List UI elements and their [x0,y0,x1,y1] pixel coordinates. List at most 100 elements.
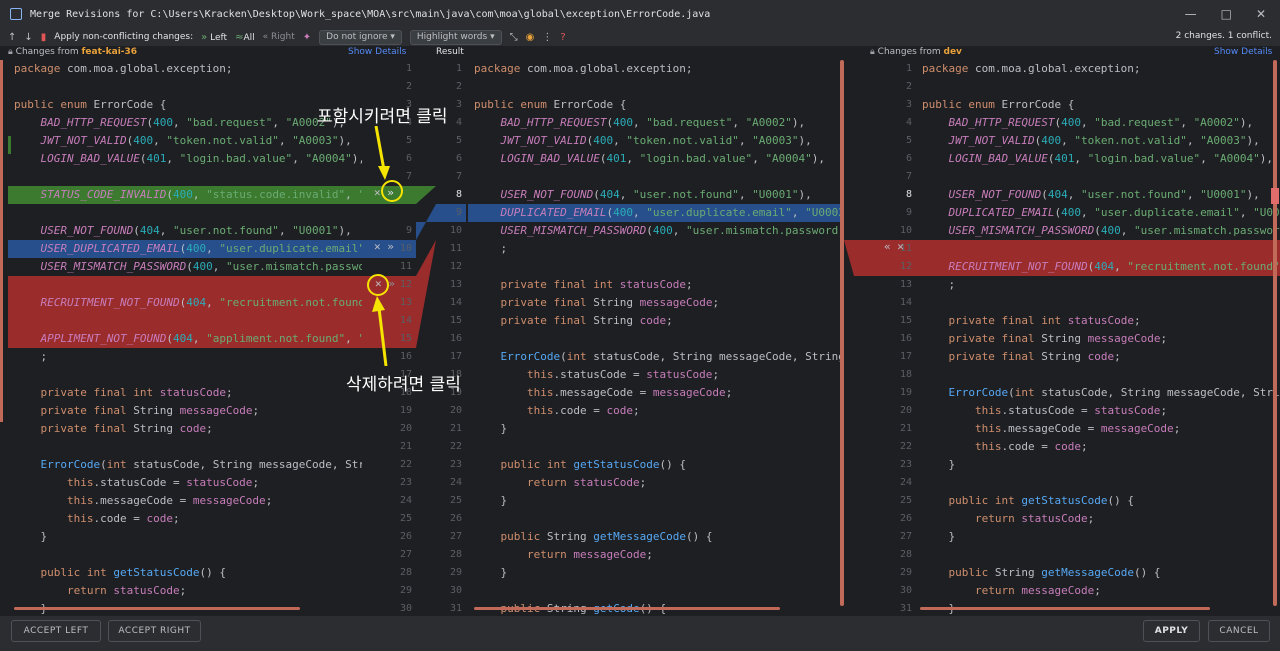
code-line: BAD_HTTP_REQUEST(400, "bad.request", "A0… [948,116,1254,129]
result-vertical-scrollbar[interactable] [840,60,844,606]
line-number: 14 [899,297,912,308]
line-number: 30 [399,603,412,614]
code-line: private final String messageCode; [500,296,720,309]
line-number: 17 [449,351,462,362]
minimize-button[interactable]: — [1185,7,1197,21]
ignore-whitespace-select[interactable]: Do not ignore ▾ [319,29,402,45]
code-line: public enum ErrorCode { [474,98,627,111]
apply-button[interactable]: APPLY [1143,620,1200,642]
delete-annotation: 삭제하려면 클릭 [346,375,461,395]
right-horizontal-scrollbar[interactable] [920,607,1210,610]
apply-all-button[interactable]: ≈All [235,32,255,43]
line-number: 5 [905,135,912,146]
code-line: public String getMessageCode() { [500,530,713,543]
code-line: private final int statusCode; [500,278,693,291]
apply-non-conflicting-label: Apply non-conflicting changes: [54,32,194,42]
include-arrow [374,126,390,180]
line-number: 23 [449,459,462,470]
code-line: this.code = code; [526,404,640,417]
magic-wand-icon[interactable]: ✦ [303,32,311,43]
code-line: ; [474,242,508,255]
result-gutter-left: 1 2 3 4 5 6 7 8 9 10 11 12 13 14 15 16 17 18 19 20 21 22 23 24 2… [436,60,466,616]
help-icon[interactable]: ? [560,32,565,43]
line-number: 16 [449,333,462,344]
code-line: this.messageCode = messageCode; [526,386,733,399]
line-number: 23 [399,477,412,488]
line-number: 13 [899,279,912,290]
merge-toolbar: ↑ ↓ ▮ Apply non-conflicting changes: » L… [0,28,1280,46]
left-vertical-scrollbar[interactable] [0,60,3,422]
line-number: 9 [405,225,412,236]
line-number: 24 [399,495,412,506]
include-annotation: 포함시키려면 클릭 [317,107,448,127]
result-horizontal-scrollbar[interactable] [474,607,780,610]
code-line: private final String code; [948,350,1121,363]
line-number: 6 [455,153,462,164]
apply-right-change-button[interactable]: « ✕ [884,240,904,253]
right-editor[interactable]: package com.moa.global.exception; public … [916,60,1280,616]
maximize-button[interactable]: □ [1221,7,1232,21]
apply-right-button[interactable]: « Right [263,32,295,42]
line-number: 22 [399,459,412,470]
apply-left-button[interactable]: » Left [201,32,227,43]
code-line: USER_MISMATCH_PASSWORD(400, "user.mismat… [948,224,1280,237]
accept-right-button[interactable]: ACCEPT RIGHT [108,620,201,642]
result-editor[interactable]: package com.moa.global.exception; public … [468,60,844,616]
code-line: private final String code; [40,422,213,435]
code-line: return statusCode; [526,476,647,489]
pane-headers: 🔒︎ Changes from feat-kai-36 Show Details… [0,46,1280,60]
left-change-stripe [8,136,11,154]
code-line: package com.moa.global.exception; [922,62,1141,75]
highlight-words-select[interactable]: Highlight words ▾ [409,29,502,45]
line-number: 22 [449,441,462,452]
collapse-icon[interactable]: ⤡ [510,32,518,43]
line-number: 22 [899,441,912,452]
left-show-details-link[interactable]: Show Details [348,47,406,57]
delete-highlight-circle [367,274,389,296]
result-pane-header: Result [436,47,464,57]
close-button[interactable]: ✕ [1256,7,1266,21]
line-number: 28 [449,549,462,560]
code-line: package com.moa.global.exception; [14,62,233,75]
lock-icon: 🔒︎ [870,47,875,57]
line-number: 1 [405,63,412,74]
code-line: USER_NOT_FOUND(404, "user.not.found", "U… [40,224,352,237]
line-number: 26 [399,531,412,542]
line-number: 10 [899,225,912,236]
right-show-details-link[interactable]: Show Details [1214,47,1272,57]
code-line: DUPLICATED_EMAIL(400, "user.duplicate.em… [500,206,845,219]
line-number: 2 [905,81,912,92]
code-line: } [474,566,508,579]
cancel-button[interactable]: CANCEL [1208,620,1270,642]
line-number: 15 [899,315,912,326]
code-line: return messageCode; [974,584,1101,597]
line-number: 9 [905,207,912,218]
code-line: private final String code; [500,314,673,327]
code-line: public String getMessageCode() { [948,566,1161,579]
left-editor[interactable]: package com.moa.global.exception; public … [8,60,362,616]
line-number: 24 [449,477,462,488]
code-line: ErrorCode(int statusCode, String message… [948,386,1280,399]
code-line: private final int statusCode; [948,314,1141,327]
accept-change-button-2[interactable]: ✕ » [374,240,394,253]
arrow-up-icon[interactable]: ↑ [8,32,16,43]
bookmark-icon[interactable]: ▮ [41,32,47,43]
code-line: DUPLICATED_EMAIL(400, "user.duplicate.em… [948,206,1280,219]
close-icon: ✕ [890,240,904,253]
line-number: 4 [905,117,912,128]
code-line: ErrorCode(int statusCode, String message… [40,458,363,471]
code-line: private final String messageCode; [40,404,260,417]
arrow-down-icon[interactable]: ↓ [24,32,32,43]
right-vertical-scrollbar[interactable] [1273,60,1277,606]
line-number: 25 [399,513,412,524]
left-horizontal-scrollbar[interactable] [14,607,300,610]
accept-left-button[interactable]: ACCEPT LEFT [11,620,101,642]
code-line: return messageCode; [526,548,653,561]
more-options-icon[interactable]: ⋮ [542,32,552,43]
line-number: 27 [399,549,412,560]
sync-scroll-icon[interactable]: ◉ [526,32,535,43]
line-number: 8 [455,189,462,200]
line-number: 30 [899,585,912,596]
lock-icon: 🔒︎ [8,47,13,57]
code-line: public enum ErrorCode { [922,98,1075,111]
